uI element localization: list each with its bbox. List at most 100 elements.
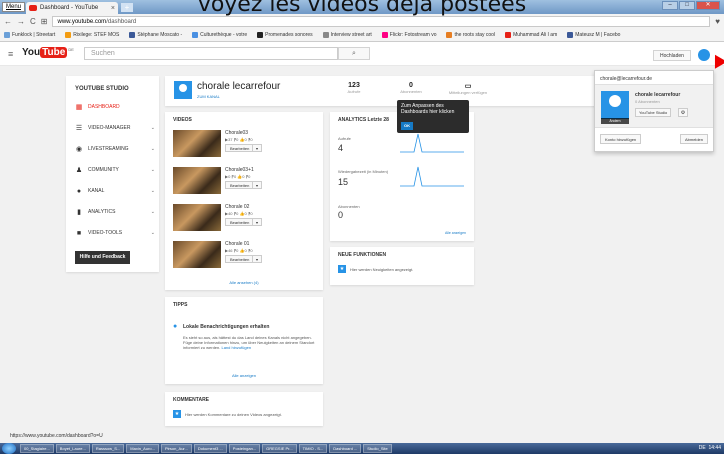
channel-link[interactable]: ZUM KANAL [197,94,220,99]
taskbar-item[interactable]: GREGSIE Pr... [262,444,297,453]
chevron-down-icon[interactable]: ⌄ [151,146,155,152]
reload-icon[interactable]: C [30,17,36,26]
video-title[interactable]: Chorale 01 [225,241,249,247]
upload-button[interactable]: Hochladen [653,50,691,61]
browser-menu-button[interactable]: Menu [2,2,26,12]
sidebar-item-label: COMMUNITY [88,167,119,173]
guide-menu-icon[interactable]: ≡ [8,49,13,59]
bookmark-item[interactable]: Mateusz M | Facebo [567,32,620,38]
start-button-icon[interactable] [2,443,16,454]
sidebar-item-label: VIDEO-MANAGER [88,125,131,131]
taskbar-item[interactable]: Boyet_Laure... [55,444,90,453]
close-window-icon[interactable]: ✕ [696,1,720,10]
bookmark-favicon-icon [322,32,329,38]
bookmark-item[interactable]: Flickr: Fotostream vo [381,32,437,38]
video-thumbnail[interactable] [173,241,221,268]
minimize-icon[interactable]: – [662,1,678,10]
taskbar-item[interactable]: Pirson_Aur... [160,444,192,453]
bookmark-item[interactable]: Stéphane Moscato - [129,32,182,38]
taskbar-item[interactable]: Dokument3 ... [193,444,227,453]
video-stats: ▶0 ⁋0 👍0 ⁋0 [225,174,251,179]
sidebar-item-community[interactable]: ♟ COMMUNITY ⌄ [75,163,155,177]
status-url: https://www.youtube.com/dashboard?o=U [10,433,103,439]
chevron-down-icon[interactable]: ⌄ [151,125,155,131]
youtube-logo[interactable]: You Tube DE [22,47,74,58]
edit-video-button[interactable]: Bearbeiten [225,144,255,152]
edit-dropdown-icon[interactable]: ▾ [252,181,262,189]
bookmark-item[interactable]: Funklock | Streetart [4,32,55,38]
sidebar-item-dashboard[interactable]: ▦ DASHBOARD [75,100,155,114]
chevron-down-icon[interactable]: ⌄ [151,209,155,215]
gear-icon[interactable]: ⚙ [678,108,688,117]
sidebar-item-analytics[interactable]: ▮ ANALYTICS ⌄ [75,205,155,219]
tab-close-icon[interactable]: × [111,5,115,12]
bookmark-item[interactable]: Culturethèque - votre [192,32,247,38]
video-title[interactable]: Chorale03 [225,130,248,136]
url-field[interactable]: www.youtube.com/dashboard [52,16,711,27]
change-avatar-button[interactable]: Ändern [601,118,629,124]
add-account-button[interactable]: Konto hinzufügen [600,134,642,144]
video-title[interactable]: Chorale 02 [225,204,249,210]
all-videos-link[interactable]: Alle ansehen (4) [165,280,323,285]
help-feedback-button[interactable]: Hilfe und Feedback [75,251,130,264]
logout-button[interactable]: Abmelden [679,134,708,144]
bookmark-item[interactable]: Promenades sonores [257,32,313,38]
video-thumbnail[interactable] [173,130,221,157]
search-input[interactable]: Suchen [84,47,338,60]
chevron-down-icon[interactable]: ⌄ [151,188,155,194]
account-avatar-large[interactable] [601,91,629,119]
taskbar-item[interactable]: Maxin_Auro... [126,444,159,453]
notifications-icon: ▭ [464,83,472,90]
chevron-down-icon[interactable]: ⌄ [151,230,155,236]
edit-video-button[interactable]: Bearbeiten [225,218,255,226]
edit-video-button[interactable]: Bearbeiten [225,181,255,189]
edit-dropdown-icon[interactable]: ▾ [252,255,262,263]
sidebar-item-livestreaming[interactable]: ◉ LIVESTREAMING ⌄ [75,142,155,156]
bookmark-label: Flickr: Fotostream vo [389,32,437,38]
video-thumbnail[interactable] [173,204,221,231]
bookmark-label: Culturethèque - votre [200,32,248,38]
bookmark-item[interactable]: Rixilege: STEF MOS [65,32,119,38]
edit-dropdown-icon[interactable]: ▾ [252,218,262,226]
forward-icon[interactable]: → [17,17,25,26]
taskbar-item[interactable]: Studio_Site [363,444,392,453]
taskbar-item[interactable]: Dashboard ... [329,444,362,453]
new-tab-button[interactable]: + [121,3,133,12]
maximize-icon[interactable]: □ [679,1,695,10]
views-metric-value: 4 [338,143,344,153]
sidebar-item-icon: ☰ [75,125,83,132]
analytics-all-link[interactable]: Alle anzeigen [330,231,466,235]
taskbar-item[interactable]: TIMIO - S... [298,444,328,453]
edit-video-button[interactable]: Bearbeiten [225,255,255,263]
chevron-down-icon[interactable]: ⌄ [151,167,155,173]
edit-dropdown-icon[interactable]: ▾ [252,144,262,152]
back-icon[interactable]: ← [4,17,12,26]
channel-name[interactable]: chorale lecarrefour [197,81,280,92]
heart-icon[interactable]: ♥ [715,17,720,26]
browser-tab[interactable]: Dashboard - YouTube × [26,2,118,14]
sidebar-item-video-manager[interactable]: ☰ VIDEO-MANAGER ⌄ [75,121,155,135]
taskbar-item[interactable]: Posteingan... [228,444,261,453]
bookmark-item[interactable]: the roots stay cool [446,32,495,38]
tooltip-ok-button[interactable]: OK [401,122,413,130]
notifications-label: Mitteilungen verfügen [448,90,488,95]
bookmark-item[interactable]: Muhammad Ali I am [505,32,557,38]
sidebar-item-icon: ▮ [77,209,81,216]
notifications-stat[interactable]: ▭ Mitteilungen verfügen [443,82,493,95]
add-country-link[interactable]: Land hinzufügen [221,345,251,350]
search-button[interactable]: ⌕ [338,47,370,60]
youtube-studio-button[interactable]: YouTube Studio [635,108,672,117]
taskbar-item[interactable]: 00_Stagiaire... [20,444,54,453]
taskbar-item[interactable]: Rasssow_S... [91,444,125,453]
sidebar-item-video-tools[interactable]: ■ VIDEO-TOOLS ⌄ [75,226,155,240]
sidebar-item-kanal[interactable]: ● KANAL ⌄ [75,184,155,198]
bookmark-item[interactable]: Interview street art [322,32,372,38]
bookmark-label: Funklock | Streetart [12,32,56,38]
tips-all-link[interactable]: Alle anzeigen [165,373,323,378]
star-icon: ★ [338,265,346,273]
account-avatar[interactable] [698,49,710,61]
apps-icon[interactable]: ⊞ [41,17,48,26]
language-indicator[interactable]: DE [699,445,706,451]
video-thumbnail[interactable] [173,167,221,194]
video-title[interactable]: Chorale03+1 [225,167,254,173]
